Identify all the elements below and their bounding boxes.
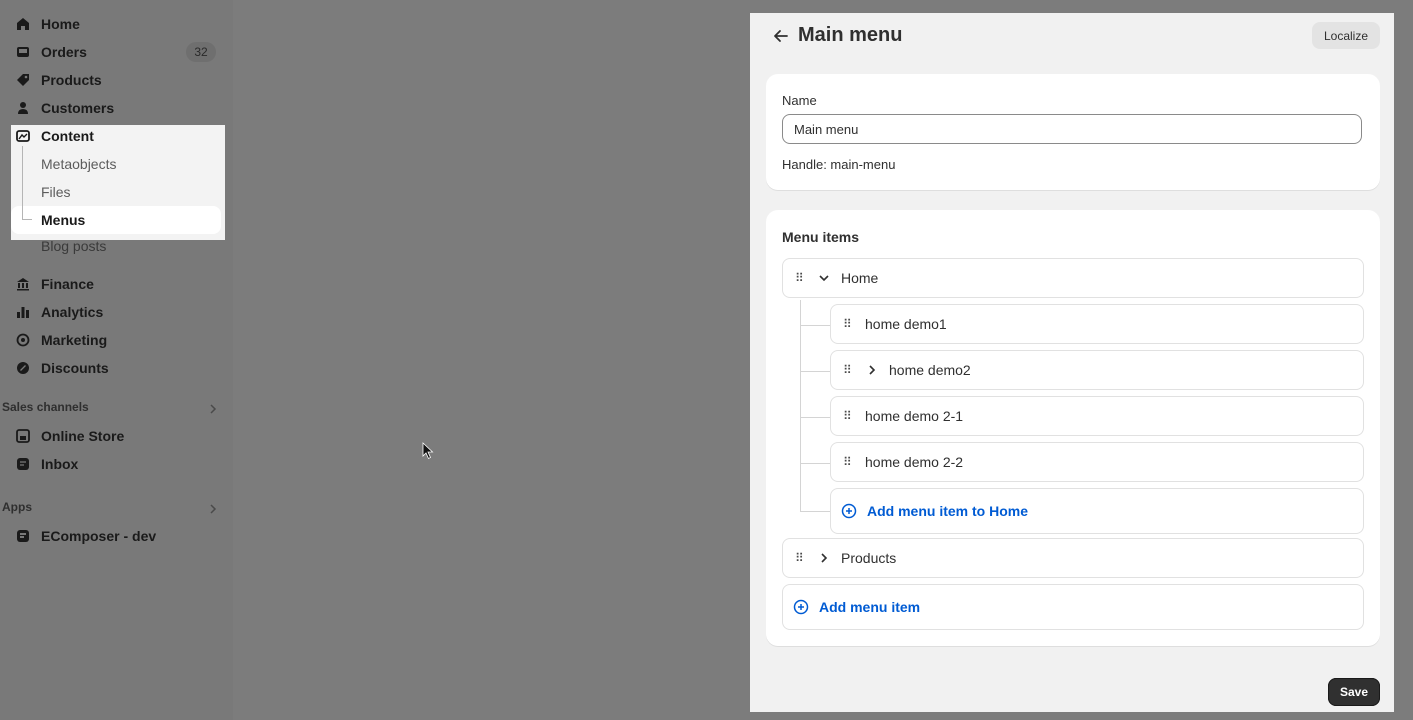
sidebar-item-label: Customers (41, 100, 115, 116)
sidebar-item-label: Discounts (41, 360, 109, 376)
menu-item-home-demo-2-1[interactable]: ⠿ home demo 2-1 (830, 396, 1364, 436)
plus-circle-icon (793, 599, 809, 615)
tree-line (22, 219, 32, 220)
chevron-right-icon (210, 504, 217, 514)
sidebar-item-inbox[interactable]: Inbox (16, 454, 78, 474)
sidebar-item-label: Finance (41, 276, 94, 292)
drag-handle-icon[interactable]: ⠿ (843, 363, 857, 377)
sidebar-item-label: Content (41, 128, 94, 144)
sidebar-subitem-blog-posts[interactable]: Blog posts (41, 238, 106, 254)
menu-edit-panel: Main menu Localize Name Handle: main-men… (750, 13, 1394, 712)
sidebar-subitem-metaobjects[interactable]: Metaobjects (41, 154, 116, 174)
drag-handle-icon[interactable]: ⠿ (795, 271, 809, 285)
tree-line (800, 371, 830, 372)
app-icon (17, 530, 29, 542)
home-icon (17, 18, 29, 30)
sales-channels-label: Sales channels (2, 400, 89, 414)
sidebar-item-label: Orders (41, 44, 87, 60)
drag-handle-icon[interactable]: ⠿ (843, 317, 857, 331)
sidebar-subitem-files[interactable]: Files (41, 182, 71, 202)
discount-icon (17, 362, 29, 374)
orders-count-badge: 32 (186, 42, 216, 62)
sidebar-item-discounts[interactable]: Discounts (16, 358, 109, 378)
sidebar-item-label: Home (41, 16, 80, 32)
menu-items-card: Menu items ⠿ Home ⠿ home demo1 ⠿ home de… (766, 210, 1380, 646)
sidebar-item-content[interactable]: Content (16, 126, 94, 146)
sidebar-item-analytics[interactable]: Analytics (16, 302, 103, 322)
sidebar-item-label: Analytics (41, 304, 104, 320)
bank-icon (17, 278, 29, 291)
image-icon (16, 130, 30, 142)
menu-item-label: home demo 2-1 (865, 408, 964, 424)
handle-text: Handle: main-menu (782, 157, 896, 172)
menu-item-home-demo1[interactable]: ⠿ home demo1 (830, 304, 1364, 344)
localize-button[interactable]: Localize (1311, 22, 1380, 49)
store-icon (16, 429, 30, 443)
sidebar-item-label: EComposer - dev (41, 528, 157, 544)
tree-line (800, 300, 801, 512)
name-label: Name (782, 93, 817, 108)
sidebar-item-home[interactable]: Home (16, 14, 80, 34)
add-menu-item-label: Add menu item (819, 599, 921, 615)
add-menu-item-to-home-label: Add menu item to Home (867, 503, 1029, 519)
name-card: Name Handle: main-menu (766, 74, 1380, 190)
chat-icon (17, 458, 29, 470)
menu-item-home-demo2[interactable]: ⠿ home demo2 (830, 350, 1364, 390)
menu-item-products[interactable]: ⠿ Products (782, 538, 1364, 578)
target-icon (16, 333, 30, 347)
tag-icon (17, 74, 29, 86)
tree-line (800, 417, 830, 418)
save-button[interactable]: Save (1328, 678, 1380, 706)
name-input[interactable] (782, 114, 1362, 144)
chevron-right-icon[interactable] (817, 551, 831, 565)
apps-label: Apps (2, 500, 32, 514)
plus-circle-icon (841, 503, 857, 519)
menu-item-label: Products (841, 550, 897, 566)
sidebar-item-label: Marketing (41, 332, 108, 348)
menu-item-home[interactable]: ⠿ Home (782, 258, 1364, 298)
sidebar-item-online-store[interactable]: Online Store (16, 426, 124, 446)
menu-items-heading: Menu items (782, 229, 860, 245)
menu-item-label: home demo2 (889, 362, 971, 378)
drag-handle-icon[interactable]: ⠿ (795, 551, 809, 565)
menu-item-label: home demo 2-2 (865, 454, 964, 470)
drag-handle-icon[interactable]: ⠿ (843, 455, 857, 469)
tree-line (800, 511, 830, 512)
sidebar-item-label: Products (41, 72, 102, 88)
sidebar-item-customers[interactable]: Customers (16, 98, 114, 118)
sidebar: Home Orders 32 Products Customers Conten… (0, 0, 233, 720)
sidebar-item-label: Online Store (41, 428, 125, 444)
add-menu-item-button[interactable]: Add menu item (782, 584, 1364, 630)
apps-heading[interactable]: Apps (2, 500, 218, 514)
bar-chart-icon (17, 307, 29, 318)
arrow-left-icon[interactable] (772, 27, 790, 45)
menu-item-label: Home (841, 270, 879, 286)
tree-line (22, 146, 23, 220)
sales-channels-heading[interactable]: Sales channels (2, 400, 218, 414)
mouse-cursor-icon (422, 442, 434, 460)
sidebar-subitem-menus[interactable]: Menus (41, 210, 85, 230)
person-icon (18, 102, 28, 114)
sidebar-item-label: Inbox (41, 456, 79, 472)
sidebar-item-orders[interactable]: Orders (16, 42, 87, 62)
drag-handle-icon[interactable]: ⠿ (843, 409, 857, 423)
sidebar-item-finance[interactable]: Finance (16, 274, 94, 294)
tree-line (800, 463, 830, 464)
sidebar-item-marketing[interactable]: Marketing (16, 330, 107, 350)
inbox-icon (17, 47, 29, 57)
chevron-right-icon[interactable] (865, 363, 879, 377)
add-menu-item-to-home-button[interactable]: Add menu item to Home (830, 488, 1364, 534)
sidebar-item-products[interactable]: Products (16, 70, 102, 90)
menu-item-label: home demo1 (865, 316, 947, 332)
chevron-down-icon[interactable] (817, 271, 831, 285)
sidebar-item-ecomposer[interactable]: EComposer - dev (16, 526, 156, 546)
page-title: Main menu (798, 24, 903, 46)
tree-line (800, 325, 830, 326)
chevron-right-icon (210, 404, 217, 414)
menu-item-home-demo-2-2[interactable]: ⠿ home demo 2-2 (830, 442, 1364, 482)
